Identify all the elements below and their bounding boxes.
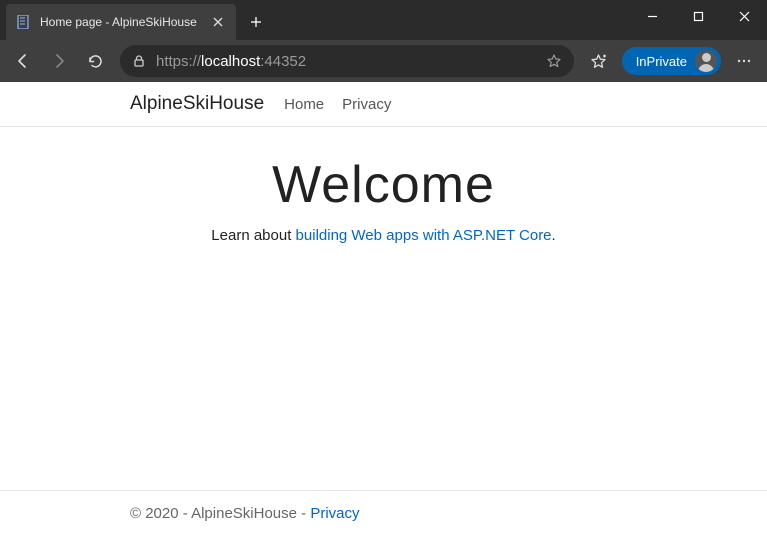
refresh-button[interactable] xyxy=(78,44,112,78)
page-favicon-icon xyxy=(16,14,32,30)
footer-privacy-link[interactable]: Privacy xyxy=(310,505,359,522)
window-titlebar: Home page - AlpineSkiHouse xyxy=(0,0,767,40)
lock-icon xyxy=(132,54,146,68)
browser-tab[interactable]: Home page - AlpineSkiHouse xyxy=(6,4,236,40)
site-footer: © 2020 - AlpineSkiHouse - Privacy xyxy=(0,490,767,536)
tab-title: Home page - AlpineSkiHouse xyxy=(40,15,202,29)
hero-lead-suffix: . xyxy=(552,227,556,244)
maximize-button[interactable] xyxy=(675,0,721,32)
site-navbar: AlpineSkiHouse Home Privacy xyxy=(0,82,767,127)
menu-button[interactable] xyxy=(727,44,761,78)
tab-close-button[interactable] xyxy=(210,14,226,30)
inprivate-label: InPrivate xyxy=(636,54,687,69)
hero-lead-link[interactable]: building Web apps with ASP.NET Core xyxy=(296,227,552,244)
page-heading: Welcome xyxy=(0,155,767,215)
page-viewport: AlpineSkiHouse Home Privacy Welcome Lear… xyxy=(0,82,767,536)
address-bar[interactable]: https://localhost:44352 xyxy=(120,45,574,77)
new-tab-button[interactable] xyxy=(240,6,272,38)
browser-toolbar: https://localhost:44352 InPrivate xyxy=(0,40,767,82)
footer-text: © 2020 - AlpineSkiHouse - xyxy=(130,505,310,522)
minimize-button[interactable] xyxy=(629,0,675,32)
window-close-button[interactable] xyxy=(721,0,767,32)
hero-lead: Learn about building Web apps with ASP.N… xyxy=(0,227,767,244)
favorite-star-icon[interactable] xyxy=(546,53,562,69)
url-port: :44352 xyxy=(260,53,306,70)
window-controls xyxy=(629,0,767,32)
forward-button[interactable] xyxy=(42,44,76,78)
nav-home-link[interactable]: Home xyxy=(284,96,324,113)
hero-section: Welcome Learn about building Web apps wi… xyxy=(0,127,767,490)
favorites-button[interactable] xyxy=(582,44,616,78)
url-text: https://localhost:44352 xyxy=(156,53,306,70)
url-host: localhost xyxy=(201,53,260,70)
inprivate-badge[interactable]: InPrivate xyxy=(622,47,721,75)
brand-link[interactable]: AlpineSkiHouse xyxy=(130,93,264,115)
profile-avatar-icon xyxy=(695,50,717,72)
back-button[interactable] xyxy=(6,44,40,78)
nav-privacy-link[interactable]: Privacy xyxy=(342,96,391,113)
url-scheme: https:// xyxy=(156,53,201,70)
hero-lead-prefix: Learn about xyxy=(211,227,295,244)
